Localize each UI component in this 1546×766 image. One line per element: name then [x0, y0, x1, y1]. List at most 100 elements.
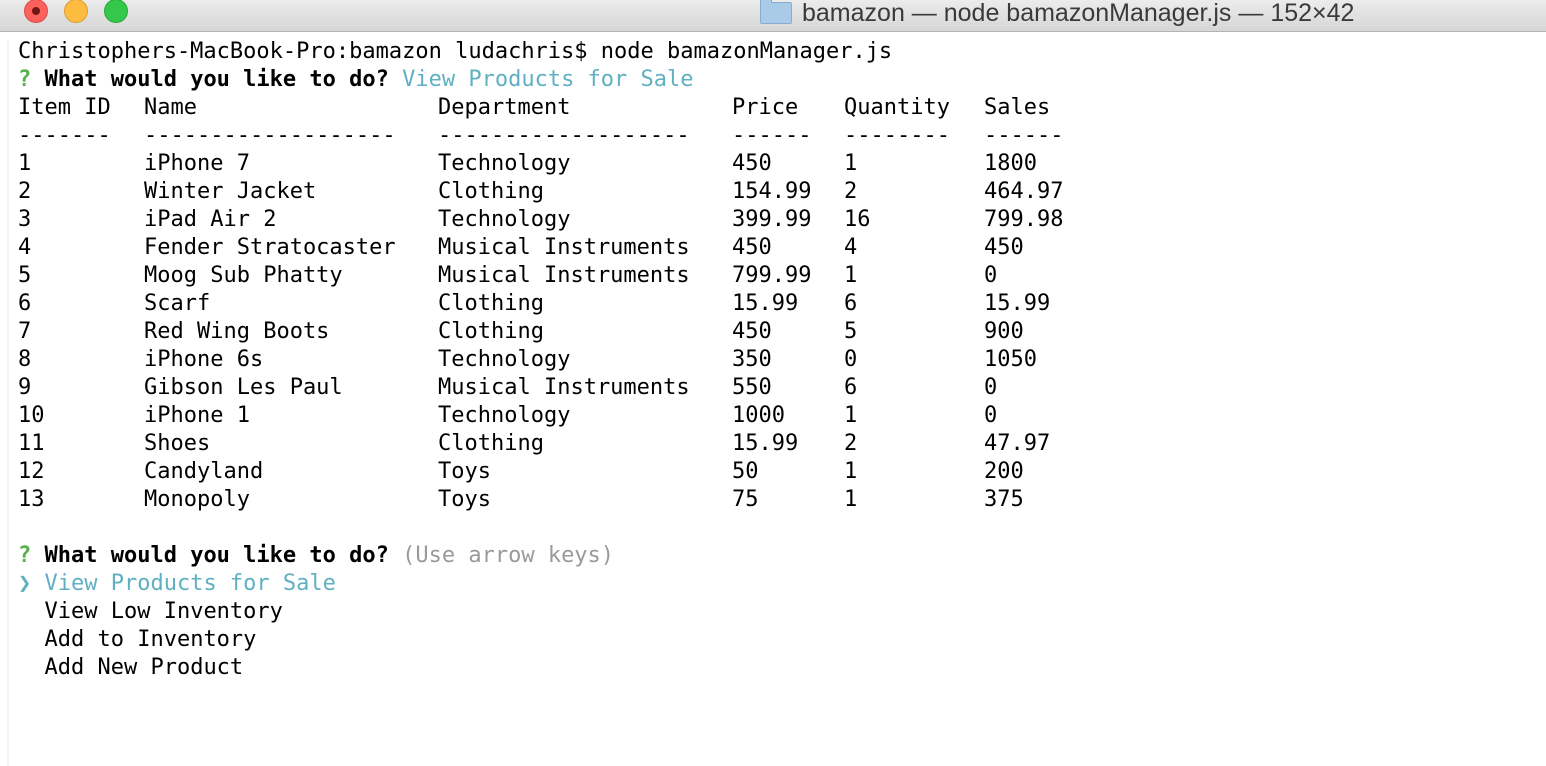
- table-row-quantity: 1: [844, 459, 858, 484]
- table-row-department: Clothing: [438, 431, 544, 456]
- table-row-item-id: 1: [18, 151, 32, 176]
- table-row-department: Musical Instruments: [438, 375, 690, 400]
- minimize-window-button[interactable]: [64, 0, 88, 23]
- table-row-quantity: 6: [844, 291, 858, 316]
- table-row-item-id: 12: [18, 459, 45, 484]
- table-row-item-id: 6: [18, 291, 32, 316]
- table-row-quantity: 1: [844, 403, 858, 428]
- table-row: 13 Monopoly Toys 75 1 375: [0, 486, 1200, 514]
- table-row-name: Gibson Les Paul: [144, 375, 343, 400]
- table-row-sales: 15.99: [984, 291, 1051, 316]
- table-row-quantity: 4: [844, 235, 858, 260]
- table-row-department: Clothing: [438, 319, 544, 344]
- table-divider-item-id: -------: [18, 123, 111, 148]
- menu-option-label: View Products for Sale: [44, 571, 336, 596]
- table-row-price: 50: [732, 459, 759, 484]
- table-row-sales: 200: [984, 459, 1024, 484]
- table-row: 2 Winter Jacket Clothing 154.99 2 464.97: [0, 178, 1200, 206]
- window-title-group: bamazon — node bamazonManager.js — 152×4…: [760, 0, 1354, 28]
- table-row-sales: 0: [984, 403, 998, 428]
- prompt-question: What would you like to do?: [44, 543, 389, 568]
- table-row-price: 15.99: [732, 431, 799, 456]
- table-row-name: Winter Jacket: [144, 179, 317, 204]
- table-row-quantity: 5: [844, 319, 858, 344]
- table-row-price: 799.99: [732, 263, 812, 288]
- window-titlebar: bamazon — node bamazonManager.js — 152×4…: [0, 0, 1546, 32]
- table-row-item-id: 11: [18, 431, 45, 456]
- table-row-sales: 464.97: [984, 179, 1064, 204]
- close-icon: [32, 7, 40, 15]
- table-row-department: Technology: [438, 207, 571, 232]
- table-header-name: Name: [144, 95, 197, 120]
- table-row-item-id: 4: [18, 235, 32, 260]
- table-row: 1 iPhone 7 Technology 450 1 1800: [0, 150, 1200, 178]
- table-row-name: Scarf: [144, 291, 211, 316]
- close-window-button[interactable]: [24, 0, 48, 23]
- table-row-item-id: 5: [18, 263, 32, 288]
- table-row-price: 75: [732, 487, 759, 512]
- table-divider-quantity: --------: [844, 123, 950, 148]
- table-row-name: Monopoly: [144, 487, 250, 512]
- prompt-hint: (Use arrow keys): [402, 543, 615, 568]
- menu-option[interactable]: Add to Inventory: [18, 626, 257, 654]
- menu-option-selected[interactable]: ❯ View Products for Sale: [18, 570, 336, 598]
- table-row: 5 Moog Sub Phatty Musical Instruments 799.9…: [0, 262, 1200, 290]
- table-row-name: iPhone 1: [144, 403, 250, 428]
- table-row-name: iPhone 7: [144, 151, 250, 176]
- folder-icon: [760, 0, 792, 24]
- table-row-quantity: 2: [844, 179, 858, 204]
- table-row-name: Shoes: [144, 431, 211, 456]
- table-row-quantity: 0: [844, 347, 858, 372]
- table-row-quantity: 2: [844, 431, 858, 456]
- table-header-price: Price: [732, 95, 799, 120]
- table-row-price: 550: [732, 375, 772, 400]
- table-row-item-id: 7: [18, 319, 32, 344]
- table-row-department: Technology: [438, 151, 571, 176]
- command-line: Christophers-MacBook-Pro:bamazon ludachr…: [18, 39, 893, 64]
- table-row: 10 iPhone 1 Technology 1000 1 0: [0, 402, 1200, 430]
- table-row-quantity: 1: [844, 151, 858, 176]
- menu-option[interactable]: Add New Product: [18, 654, 244, 682]
- table-row-price: 450: [732, 235, 772, 260]
- table-row-department: Technology: [438, 403, 571, 428]
- table-row-name: Moog Sub Phatty: [144, 263, 343, 288]
- table-row-price: 154.99: [732, 179, 812, 204]
- table-row-item-id: 9: [18, 375, 32, 400]
- table-divider-sales: ------: [984, 123, 1064, 148]
- table-row: 6 Scarf Clothing 15.99 6 15.99: [0, 290, 1200, 318]
- table-row-sales: 0: [984, 375, 998, 400]
- table-row-price: 1000: [732, 403, 785, 428]
- menu-option-label: View Low Inventory: [44, 599, 283, 624]
- table-row: 3 iPad Air 2 Technology 399.99 16 799.98: [0, 206, 1200, 234]
- prompt-line-1: ? What would you like to do? View Produc…: [18, 66, 694, 94]
- table-divider: ------- ------------------- --------------…: [0, 122, 1200, 150]
- table-row-name: Fender Stratocaster: [144, 235, 396, 260]
- table-header-quantity: Quantity: [844, 95, 950, 120]
- table-divider-department: -------------------: [438, 123, 690, 148]
- table-row-item-id: 2: [18, 179, 32, 204]
- table-row-quantity: 1: [844, 263, 858, 288]
- prompt-question: What would you like to do?: [44, 67, 389, 92]
- table-row-sales: 0: [984, 263, 998, 288]
- window-title: bamazon — node bamazonManager.js — 152×4…: [802, 0, 1355, 27]
- table-row-quantity: 6: [844, 375, 858, 400]
- table-row-price: 450: [732, 319, 772, 344]
- table-row-department: Technology: [438, 347, 571, 372]
- table-row-sales: 1050: [984, 347, 1037, 372]
- table-row-sales: 375: [984, 487, 1024, 512]
- table-row-department: Clothing: [438, 291, 544, 316]
- table-row-price: 450: [732, 151, 772, 176]
- menu-option-label: Add to Inventory: [44, 627, 257, 652]
- table-row-department: Toys: [438, 459, 491, 484]
- table-row-price: 399.99: [732, 207, 812, 232]
- menu-option[interactable]: View Low Inventory: [18, 598, 283, 626]
- table-row-name: Red Wing Boots: [144, 319, 330, 344]
- table-row-item-id: 8: [18, 347, 32, 372]
- table-row-sales: 1800: [984, 151, 1037, 176]
- prompt-answer: View Products for Sale: [402, 67, 694, 92]
- prompt-mark: ?: [18, 543, 32, 568]
- table-row: 12 Candyland Toys 50 1 200: [0, 458, 1200, 486]
- maximize-window-button[interactable]: [104, 0, 128, 23]
- table-row-name: iPad Air 2: [144, 207, 277, 232]
- table-row: 4 Fender Stratocaster Musical Instruments 4…: [0, 234, 1200, 262]
